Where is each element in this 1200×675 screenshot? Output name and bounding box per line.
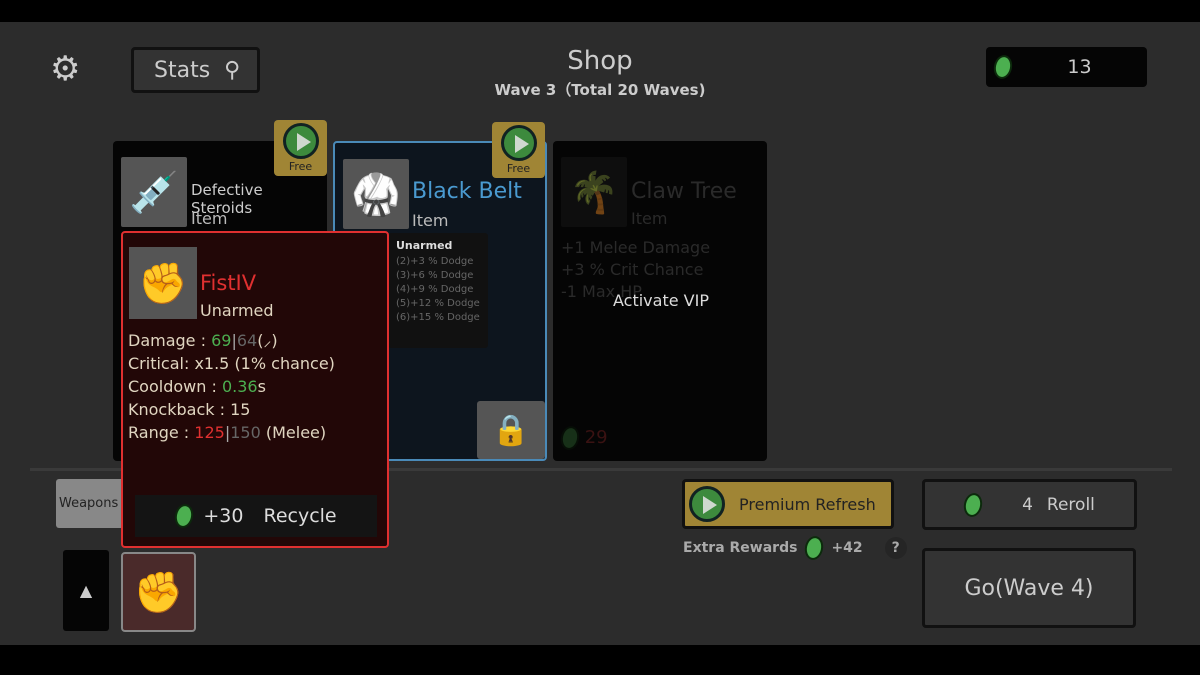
extra-rewards-label: Extra Rewards: [683, 540, 798, 556]
free-badge[interactable]: Free: [492, 122, 545, 178]
set-bonus-line: (6)+15 % Dodge: [396, 312, 480, 323]
range-stat: Range : 125|150 (Melee): [128, 423, 327, 442]
lock-button[interactable]: 🔒: [477, 401, 545, 459]
knockback-stat: Knockback : 15: [128, 400, 251, 419]
play-icon: [500, 125, 537, 161]
fist-icon: ✊: [133, 569, 184, 616]
tree-icon: 🌴: [561, 157, 627, 227]
set-bonus-line: (2)+3 % Dodge: [396, 256, 474, 267]
recycle-value: +30: [203, 505, 244, 527]
reroll-button[interactable]: 4 Reroll: [922, 479, 1137, 530]
scroll-up-button[interactable]: ▲: [63, 550, 109, 631]
free-label: Free: [506, 162, 531, 175]
card-price: 29: [558, 424, 608, 452]
extra-rewards-value: +42: [831, 540, 863, 556]
weapon-slot-fist[interactable]: ✊: [121, 552, 196, 632]
coin-counter: 13: [986, 47, 1147, 87]
reroll-label: Reroll: [1046, 494, 1095, 515]
price-value: 29: [584, 427, 608, 448]
activate-vip-button[interactable]: Activate VIP: [613, 291, 709, 310]
weapons-tab[interactable]: Weapons: [56, 479, 126, 528]
reroll-cost: 4: [1022, 494, 1033, 515]
weapon-stats: Damage : 69|64(⸝) Critical: x1.5 (1% cha…: [128, 329, 335, 444]
set-bonus-line: (5)+12 % Dodge: [396, 298, 480, 309]
arrow-up-icon: ▲: [79, 581, 93, 600]
belt-icon: 🥋: [343, 159, 409, 229]
recycle-label: Recycle: [263, 505, 337, 527]
coin-icon: [991, 53, 1015, 81]
coin-icon: [961, 490, 985, 519]
card-name: Claw Tree: [631, 179, 737, 204]
set-bonus-title: Unarmed: [396, 239, 453, 252]
coin-icon: [173, 502, 196, 530]
play-icon: [689, 486, 725, 522]
fist-icon: ✊: [129, 247, 197, 319]
premium-refresh-button[interactable]: Premium Refresh: [682, 479, 894, 529]
recycle-button[interactable]: +30 Recycle: [135, 495, 377, 537]
card-type: Item: [412, 211, 449, 230]
coin-icon: [803, 534, 826, 562]
critical-stat: Critical: x1.5 (1% chance): [128, 354, 335, 373]
card-type: Item: [631, 209, 668, 228]
set-bonus-line: (3)+6 % Dodge: [396, 270, 474, 281]
coin-count: 13: [1067, 56, 1092, 78]
syringe-icon: 💉: [121, 157, 187, 227]
shop-card-claw-tree[interactable]: 🌴 Claw Tree Item +1 Melee Damage +3 % Cr…: [553, 141, 767, 461]
card-type: Item: [191, 209, 228, 228]
weapon-tooltip: ✊ FistIV Unarmed Damage : 69|64(⸝) Criti…: [121, 231, 389, 548]
set-bonus-line: (4)+9 % Dodge: [396, 284, 474, 295]
stat-line: +3 % Crit Chance: [561, 260, 704, 279]
weapon-name: FistIV: [200, 271, 257, 295]
weapon-class: Unarmed: [200, 301, 274, 320]
play-icon: [282, 123, 319, 159]
free-badge[interactable]: Free: [274, 120, 327, 176]
help-button[interactable]: ?: [884, 537, 907, 559]
stat-line: +1 Melee Damage: [561, 238, 711, 257]
coin-icon: [558, 424, 582, 452]
go-next-wave-button[interactable]: Go(Wave 4): [922, 548, 1136, 628]
cooldown-stat: Cooldown : 0.36s: [128, 377, 266, 396]
card-name: Black Belt: [412, 179, 522, 204]
free-label: Free: [288, 160, 313, 173]
damage-stat: Damage : 69|64(⸝): [128, 331, 278, 350]
set-bonus-tooltip: Unarmed (2)+3 % Dodge (3)+6 % Dodge (4)+…: [388, 233, 488, 348]
extra-rewards: Extra Rewards +42 ?: [683, 534, 907, 562]
shop-screen: ⚙ Stats ⚲ Shop Wave 3（Total 20 Waves) 13 …: [0, 22, 1200, 645]
lock-icon: 🔒: [492, 412, 530, 448]
premium-refresh-label: Premium Refresh: [739, 494, 876, 514]
